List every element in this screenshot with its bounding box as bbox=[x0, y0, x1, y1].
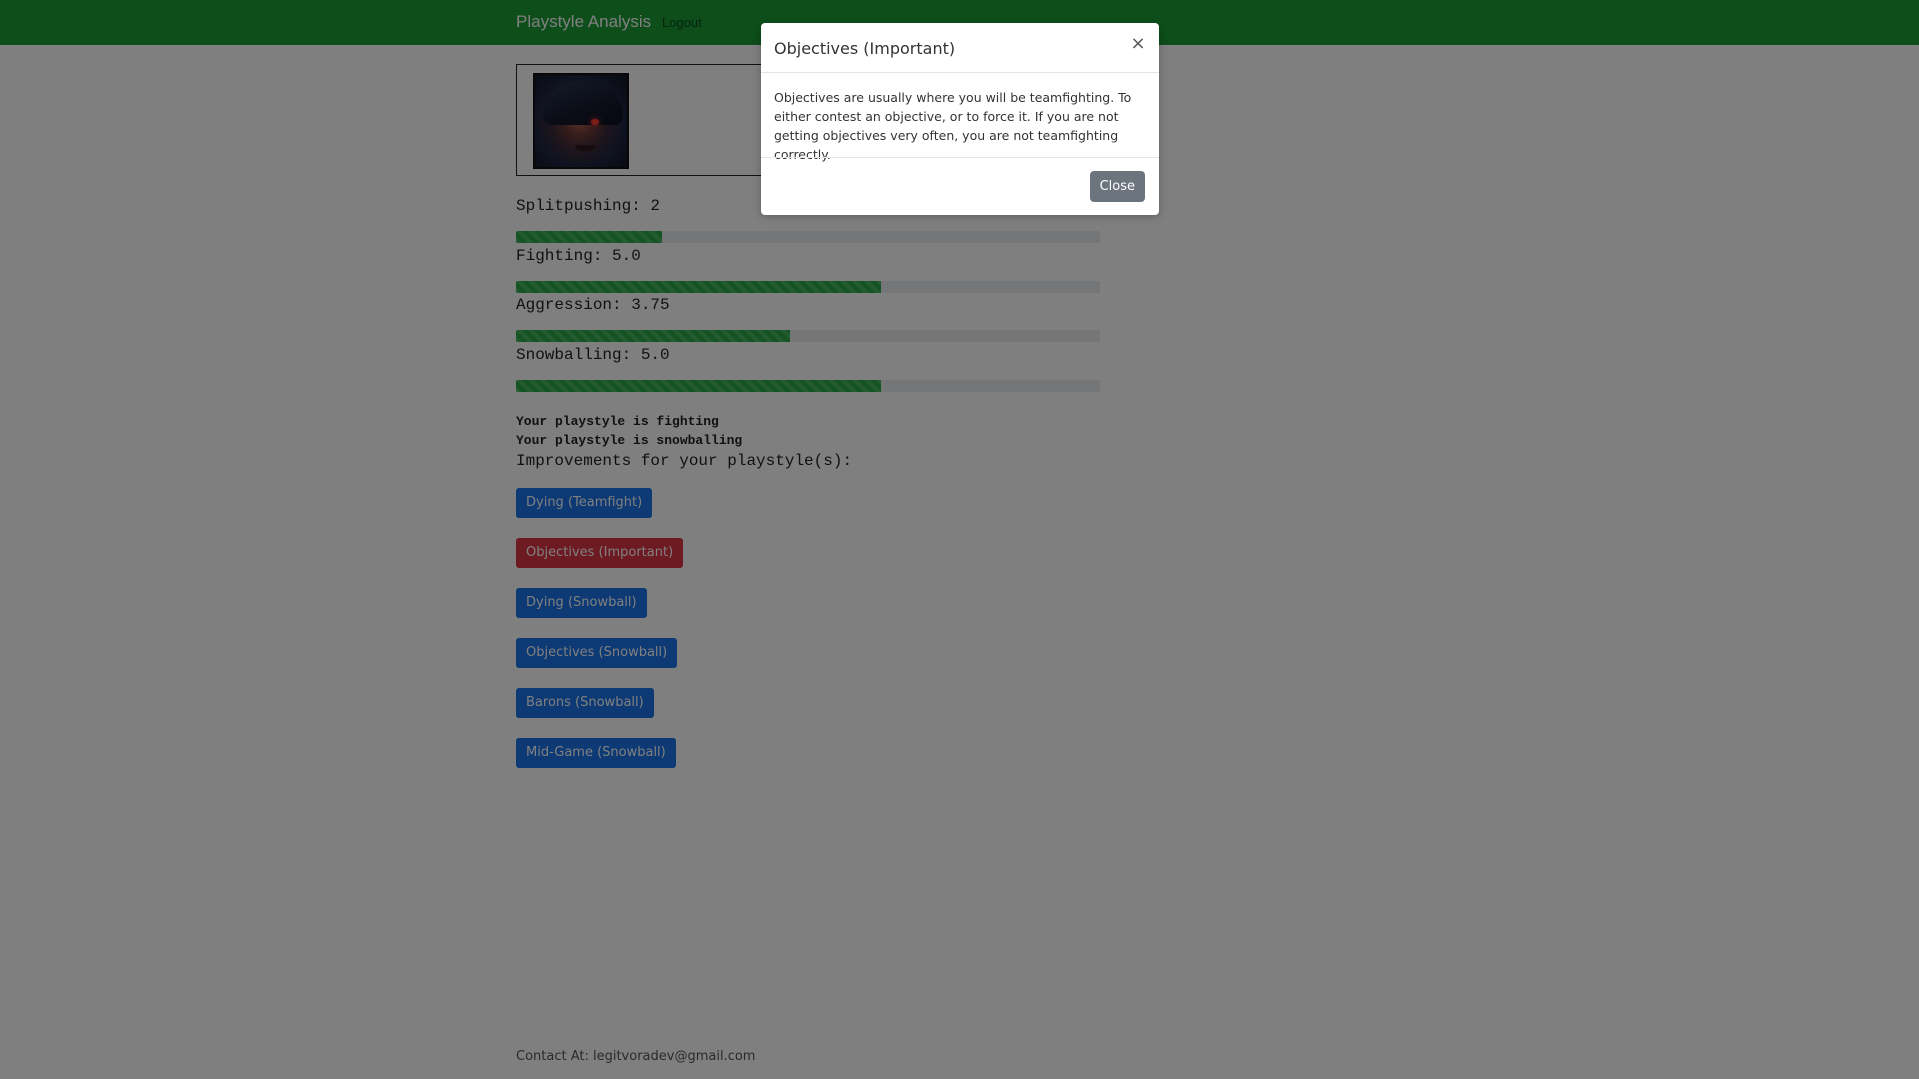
modal-title: Objectives (Important) bbox=[774, 39, 956, 58]
objectives-modal: Objectives (Important) × Objectives are … bbox=[761, 23, 1159, 215]
modal-footer: Close bbox=[761, 157, 1159, 215]
modal-body-text: Objectives are usually where you will be… bbox=[774, 90, 1132, 162]
close-icon[interactable]: × bbox=[1129, 35, 1147, 53]
close-button[interactable]: Close bbox=[1089, 171, 1145, 202]
modal-header: Objectives (Important) × bbox=[761, 23, 1159, 73]
